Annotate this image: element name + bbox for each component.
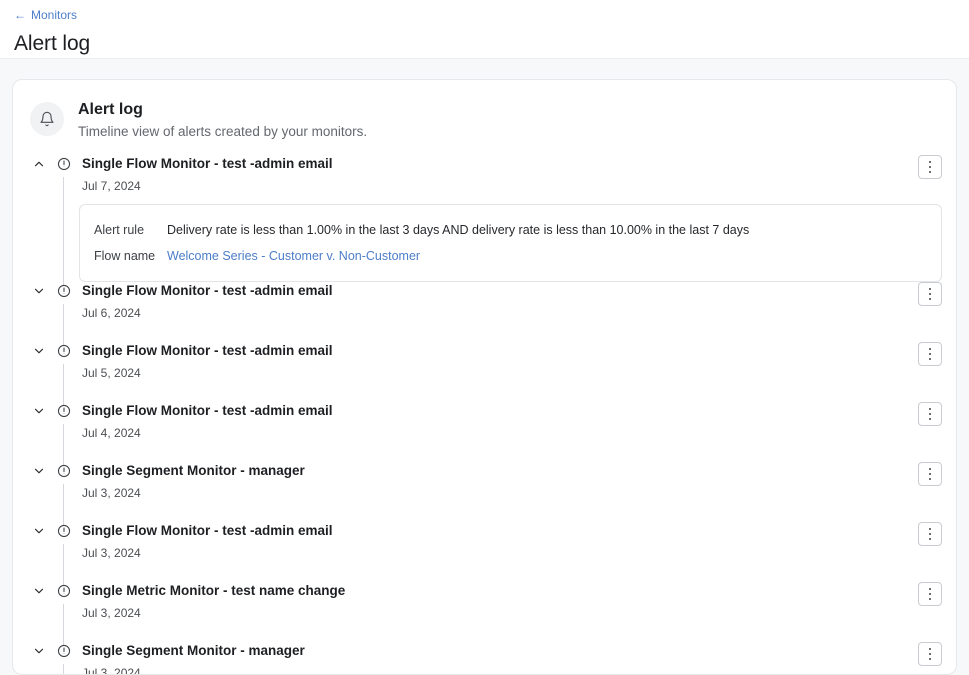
alert-date: Jul 4, 2024 <box>82 425 918 441</box>
alert-row: Single Flow Monitor - test -admin email J… <box>27 342 942 402</box>
alert-row: Single Flow Monitor - test -admin email J… <box>27 522 942 582</box>
kebab-dot <box>929 478 932 481</box>
timeline-connector <box>63 544 64 586</box>
alert-title: Single Flow Monitor - test -admin email <box>82 282 918 300</box>
alert-circle-icon <box>51 462 77 478</box>
alert-date: Jul 3, 2024 <box>82 665 918 675</box>
alert-log-card: Alert log Timeline view of alerts create… <box>12 79 957 675</box>
alert-detail-panel: Alert ruleDelivery rate is less than 1.0… <box>79 204 942 282</box>
timeline-connector <box>63 364 64 406</box>
chevron-up-toggle[interactable] <box>27 155 51 171</box>
alert-row: Single Flow Monitor - test -admin email J… <box>27 155 942 282</box>
kebab-dot <box>929 468 932 471</box>
kebab-dot <box>929 648 932 651</box>
alert-row: Single Flow Monitor - test -admin email J… <box>27 402 942 462</box>
row-menu-button[interactable] <box>918 582 942 606</box>
chevron-down-toggle[interactable] <box>27 282 51 298</box>
alert-date: Jul 7, 2024 <box>82 178 918 194</box>
kebab-dot <box>929 298 932 301</box>
detail-flow-name: Flow nameWelcome Series - Customer v. No… <box>80 243 941 269</box>
kebab-dot <box>929 358 932 361</box>
detail-label-alert-rule: Alert rule <box>94 220 167 240</box>
alert-title: Single Flow Monitor - test -admin email <box>82 402 918 420</box>
alert-date: Jul 3, 2024 <box>82 545 918 561</box>
chevron-down-toggle[interactable] <box>27 402 51 418</box>
kebab-dot <box>929 653 932 656</box>
row-menu-button[interactable] <box>918 522 942 546</box>
alert-circle-icon <box>51 282 77 298</box>
detail-label-flow-name: Flow name <box>94 246 167 266</box>
alert-title: Single Segment Monitor - manager <box>82 642 918 660</box>
arrow-left-icon: ← <box>14 9 26 21</box>
alert-circle-icon <box>51 155 77 171</box>
content-area: Alert log Timeline view of alerts create… <box>0 59 969 675</box>
timeline-connector <box>63 304 64 346</box>
kebab-dot <box>929 658 932 661</box>
bell-icon <box>30 102 64 136</box>
timeline-connector <box>63 424 64 466</box>
alert-circle-icon <box>51 582 77 598</box>
flow-name-link[interactable]: Welcome Series - Customer v. Non-Custome… <box>167 246 420 266</box>
alert-date: Jul 3, 2024 <box>82 485 918 501</box>
chevron-down-toggle[interactable] <box>27 642 51 658</box>
kebab-dot <box>929 413 932 416</box>
row-menu-button[interactable] <box>918 462 942 486</box>
kebab-dot <box>929 588 932 591</box>
card-title: Alert log <box>78 100 367 120</box>
breadcrumb-label: Monitors <box>31 8 77 22</box>
breadcrumb-monitors-link[interactable]: ← Monitors <box>14 8 77 22</box>
kebab-dot <box>929 348 932 351</box>
kebab-dot <box>929 593 932 596</box>
timeline-connector <box>63 664 64 675</box>
kebab-dot <box>929 353 932 356</box>
alert-date: Jul 5, 2024 <box>82 365 918 381</box>
kebab-dot <box>929 598 932 601</box>
kebab-dot <box>929 418 932 421</box>
timeline-connector <box>63 604 64 646</box>
detail-alert-rule: Alert ruleDelivery rate is less than 1.0… <box>80 217 941 243</box>
kebab-dot <box>929 171 932 174</box>
timeline-connector <box>63 177 64 286</box>
chevron-down-toggle[interactable] <box>27 462 51 478</box>
alert-circle-icon <box>51 402 77 418</box>
card-header: Alert log Timeline view of alerts create… <box>27 100 942 142</box>
alert-title: Single Flow Monitor - test -admin email <box>82 342 918 360</box>
chevron-down-toggle[interactable] <box>27 582 51 598</box>
timeline-connector <box>63 484 64 526</box>
row-menu-button[interactable] <box>918 402 942 426</box>
alert-title: Single Flow Monitor - test -admin email <box>82 155 918 173</box>
detail-value-alert-rule: Delivery rate is less than 1.00% in the … <box>167 220 749 240</box>
kebab-dot <box>929 408 932 411</box>
kebab-dot <box>929 288 932 291</box>
alert-title: Single Metric Monitor - test name change <box>82 582 918 600</box>
alert-circle-icon <box>51 342 77 358</box>
alert-title: Single Flow Monitor - test -admin email <box>82 522 918 540</box>
kebab-dot <box>929 161 932 164</box>
row-menu-button[interactable] <box>918 342 942 366</box>
card-subtitle: Timeline view of alerts created by your … <box>78 122 367 142</box>
kebab-dot <box>929 528 932 531</box>
chevron-down-toggle[interactable] <box>27 522 51 538</box>
kebab-dot <box>929 473 932 476</box>
alert-row: Single Segment Monitor - manager Jul 3, 2… <box>27 642 942 675</box>
alert-date: Jul 6, 2024 <box>82 305 918 321</box>
alert-row: Single Flow Monitor - test -admin email J… <box>27 282 942 342</box>
alert-circle-icon <box>51 522 77 538</box>
alert-row: Single Metric Monitor - test name change… <box>27 582 942 642</box>
kebab-dot <box>929 293 932 296</box>
page-title: Alert log <box>14 32 955 56</box>
alert-date: Jul 3, 2024 <box>82 605 918 621</box>
row-menu-button[interactable] <box>918 282 942 306</box>
row-menu-button[interactable] <box>918 155 942 179</box>
alert-row: Single Segment Monitor - manager Jul 3, 2… <box>27 462 942 522</box>
alert-title: Single Segment Monitor - manager <box>82 462 918 480</box>
kebab-dot <box>929 538 932 541</box>
alert-circle-icon <box>51 642 77 658</box>
page-header: ← Monitors Alert log <box>0 0 969 59</box>
chevron-down-toggle[interactable] <box>27 342 51 358</box>
alert-timeline: Single Flow Monitor - test -admin email J… <box>27 155 942 675</box>
kebab-dot <box>929 533 932 536</box>
kebab-dot <box>929 166 932 169</box>
row-menu-button[interactable] <box>918 642 942 666</box>
